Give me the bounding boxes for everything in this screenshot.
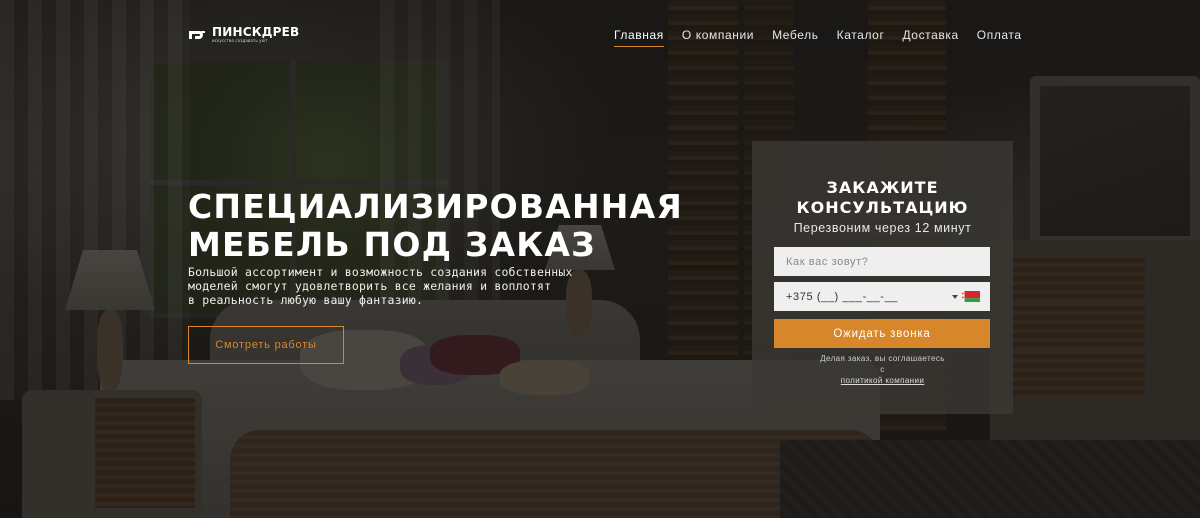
country-select[interactable] [948,282,990,311]
hero-title: СПЕЦИАЛИЗИРОВАННАЯ МЕБЕЛЬ ПОД ЗАКАЗ [188,188,683,264]
form-title-line: КОНСУЛЬТАЦИЮ [796,198,969,217]
caret-down-icon [952,294,958,299]
logo-tagline: искусство создавать уют [212,38,268,43]
nav-item-delivery[interactable]: Доставка [902,28,958,47]
consent-line: Делая заказ, вы соглашаетесь [820,354,945,363]
form-title-line: ЗАКАЖИТЕ [826,178,939,197]
request-call-button[interactable]: Ожидать звонка [774,319,990,348]
nav-item-payment[interactable]: Оплата [977,28,1022,47]
logo-mark-icon [189,31,205,39]
consultation-form: ЗАКАЖИТЕ КОНСУЛЬТАЦИЮ Перезвоним через 1… [752,141,1013,414]
nav-item-about[interactable]: О компании [682,28,754,47]
logo[interactable]: ПИНСКДРЕВ искусство создавать уют [188,24,299,46]
name-input[interactable] [774,247,990,276]
hero-description: Большой ассортимент и возможность создан… [188,265,628,307]
hero-description-line: Большой ассортимент и возможность создан… [188,265,573,279]
form-title: ЗАКАЖИТЕ КОНСУЛЬТАЦИЮ [752,178,1013,218]
phone-input[interactable] [774,282,944,311]
privacy-policy-link[interactable]: политикой компании [752,375,1013,386]
hero-description-line: в реальность любую вашу фантазию. [188,293,424,307]
consent-text: Делая заказ, вы соглашаетесь с политикой… [752,353,1013,386]
consent-link-prefix: с [880,365,885,374]
hero-description-line: моделей смогут удовлетворить все желания… [188,279,552,293]
nav-item-furniture[interactable]: Мебель [772,28,819,47]
nav-item-home[interactable]: Главная [614,28,664,47]
phone-field-group [774,282,990,311]
form-subtitle: Перезвоним через 12 минут [793,221,972,235]
nav-item-catalog[interactable]: Каталог [837,28,885,47]
logo-name: ПИНСКДРЕВ [212,25,300,39]
view-works-button[interactable]: Смотреть работы [188,326,344,364]
hero-title-line: СПЕЦИАЛИЗИРОВАННАЯ [188,187,683,226]
belarus-flag-icon [962,291,980,302]
main-nav: Главная О компании Мебель Каталог Достав… [614,28,1040,47]
hero-title-line: МЕБЕЛЬ ПОД ЗАКАЗ [188,225,596,264]
